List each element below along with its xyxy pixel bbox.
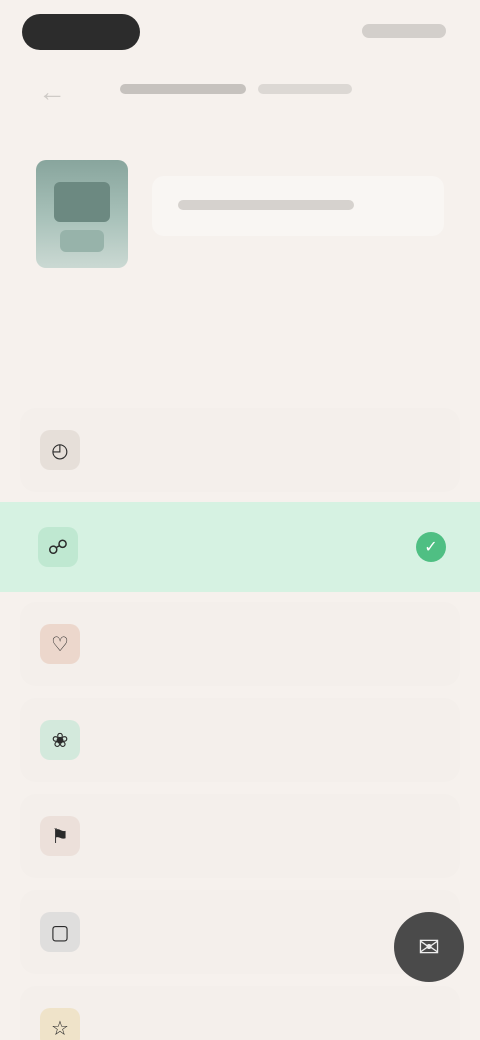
heart-icon: ♡	[40, 624, 80, 664]
question-heading	[30, 304, 430, 396]
option-item-selected[interactable]: ☍ ✓	[0, 502, 480, 592]
leaf-icon: ❀	[40, 720, 80, 760]
option-item[interactable]: ▢	[20, 890, 460, 974]
product-card	[0, 140, 480, 290]
option-item[interactable]: ⚑	[20, 794, 460, 878]
product-name-placeholder	[178, 200, 354, 210]
arrow-left-icon: ←	[38, 76, 66, 107]
clock-icon: ◴	[40, 430, 80, 470]
box-icon: ▢	[40, 912, 80, 952]
header: ←	[0, 64, 480, 120]
option-item[interactable]: ◴	[20, 408, 460, 492]
status-pill	[22, 14, 140, 50]
check-icon: ✓	[416, 532, 446, 562]
option-item[interactable]: ❀	[20, 698, 460, 782]
screen: ← ◴ ☍ ✓ ♡ ❀ ⚑ ▢ ☆ ✉	[0, 0, 480, 1040]
status-bar	[0, 0, 480, 64]
status-icons	[362, 24, 446, 38]
product-thumbnail	[36, 160, 128, 268]
product-info	[152, 176, 444, 236]
back-button[interactable]: ←	[32, 72, 72, 112]
tag-icon: ⚑	[40, 816, 80, 856]
chat-fab-button[interactable]: ✉	[394, 912, 464, 982]
option-item[interactable]: ☆	[20, 986, 460, 1040]
option-item[interactable]: ♡	[20, 602, 460, 686]
shield-icon: ☍	[38, 527, 78, 567]
star-icon: ☆	[40, 1008, 80, 1040]
header-subtitle-placeholder	[258, 84, 352, 94]
header-title-placeholder	[120, 84, 246, 94]
chat-icon: ✉	[418, 931, 440, 962]
